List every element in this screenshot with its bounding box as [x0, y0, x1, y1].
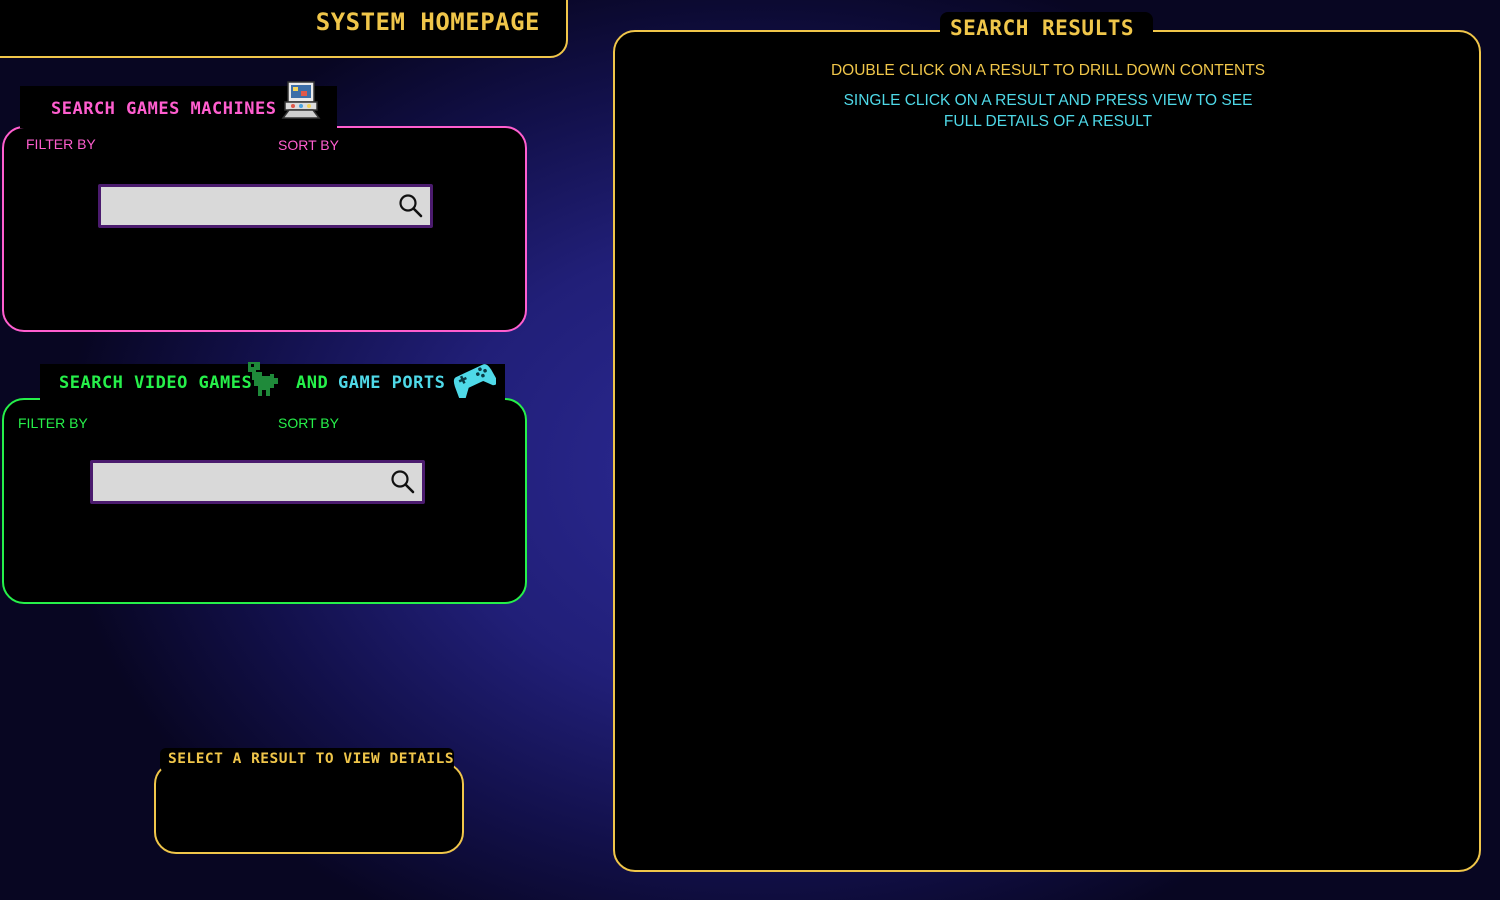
result-details-panel: [154, 762, 464, 854]
machines-panel-tab: SEARCH GAMES MACHINES: [20, 81, 337, 128]
machines-search-field[interactable]: [98, 184, 433, 228]
machines-panel-title: SEARCH GAMES MACHINES: [51, 99, 277, 119]
search-results-tab: SEARCH RESULTS: [940, 12, 1153, 46]
arcade-machine-icon: [279, 80, 323, 120]
machines-sort-label[interactable]: SORT BY: [278, 137, 339, 153]
search-results-title: SEARCH RESULTS: [950, 16, 1135, 40]
games-panel-title: SEARCH VIDEO GAMES: [59, 373, 253, 393]
result-details-tab: SELECT A RESULT TO VIEW DETAILS: [160, 748, 454, 772]
games-search-input[interactable]: [97, 467, 381, 499]
games-panel-tab: SEARCH VIDEO GAMES AND GAME PORTS: [40, 362, 505, 402]
machines-search-input[interactable]: [105, 191, 389, 223]
result-details-title: SELECT A RESULT TO VIEW DETAILS: [168, 751, 455, 767]
page-title: SYSTEM HOMEPAGE: [315, 8, 540, 36]
search-icon[interactable]: [398, 193, 424, 219]
games-and-label: AND: [296, 373, 329, 393]
machines-filter-label[interactable]: FILTER BY: [26, 136, 96, 152]
search-results-panel[interactable]: DOUBLE CLICK ON A RESULT TO DRILL DOWN C…: [613, 30, 1481, 872]
game-controller-icon: [450, 358, 498, 400]
game-ports-label: GAME PORTS: [338, 373, 446, 393]
games-search-field[interactable]: [90, 460, 425, 504]
double-click-hint: DOUBLE CLICK ON A RESULT TO DRILL DOWN C…: [830, 62, 1266, 79]
dinosaur-icon: [244, 360, 284, 398]
single-click-hint: SINGLE CLICK ON A RESULT AND PRESS VIEW …: [843, 92, 1253, 130]
header-bar: SYSTEM HOMEPAGE: [0, 0, 568, 58]
games-search-panel: FILTER BY SORT BY: [2, 398, 527, 604]
games-sort-label[interactable]: SORT BY: [278, 415, 339, 431]
machines-search-panel: FILTER BY SORT BY: [2, 126, 527, 332]
games-filter-label[interactable]: FILTER BY: [18, 415, 88, 431]
search-icon[interactable]: [390, 469, 416, 495]
